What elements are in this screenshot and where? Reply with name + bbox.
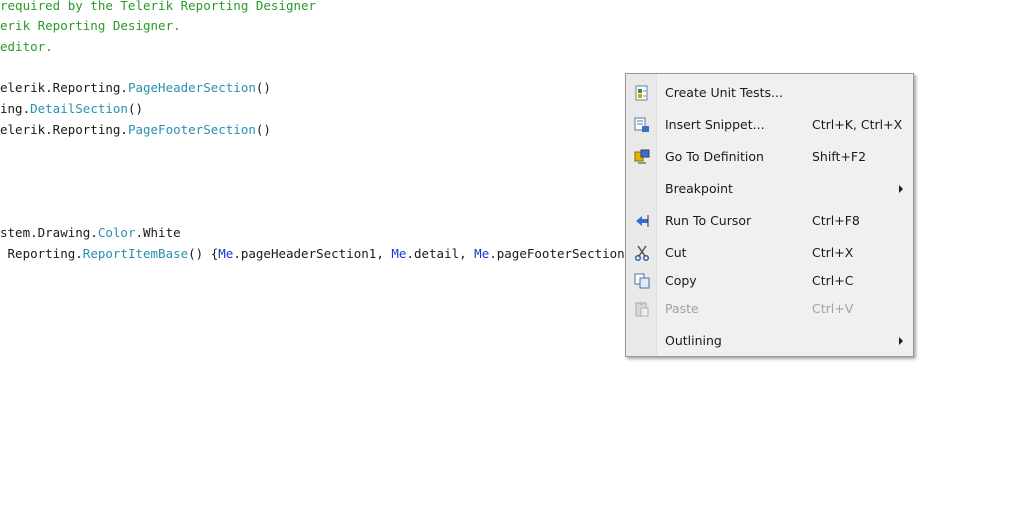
menu-item-shortcut: Ctrl+F8 — [812, 213, 860, 228]
code-token: DetailSection — [30, 101, 128, 116]
code-token: () — [127, 101, 144, 116]
menu-item-copy[interactable]: Copy Ctrl+C — [626, 267, 913, 295]
submenu-arrow-icon — [899, 185, 903, 193]
code-line: ing.DetailSection() — [0, 100, 143, 118]
menu-item-run-to-cursor[interactable]: Run To Cursor Ctrl+F8 — [626, 207, 913, 235]
menu-item-breakpoint[interactable]: Breakpoint — [626, 175, 913, 203]
code-token: Me — [391, 246, 407, 261]
code-token: .pageHeaderSection1, — [233, 246, 392, 261]
code-line: Reporting.ReportItemBase() {Me.pageHeade… — [0, 245, 633, 263]
snippet-icon — [634, 117, 650, 133]
code-token: ing. — [0, 101, 31, 116]
code-token: Me — [218, 246, 234, 261]
menu-item-label: Copy — [665, 273, 697, 288]
code-line: elerik.Reporting.PageHeaderSection() — [0, 79, 271, 97]
unit-tests-icon — [634, 85, 650, 101]
code-line: erik Reporting Designer. — [0, 17, 181, 35]
menu-item-shortcut: Ctrl+K, Ctrl+X — [812, 117, 903, 132]
code-token: Color — [97, 225, 136, 240]
menu-item-label: Outlining — [665, 333, 722, 348]
code-token: .detail, — [406, 246, 475, 261]
code-token: .White — [135, 225, 181, 240]
code-token: () { — [188, 246, 219, 261]
code-token: () — [255, 80, 271, 95]
copy-icon — [634, 273, 650, 289]
menu-item-label: Run To Cursor — [665, 213, 752, 228]
code-token: .pageFooterSection1 — [489, 246, 633, 261]
run-to-cursor-icon — [634, 213, 650, 229]
menu-item-label: Paste — [665, 301, 699, 316]
menu-item-shortcut: Ctrl+V — [812, 301, 854, 316]
code-token: elerik.Reporting. — [0, 122, 128, 137]
menu-item-label: Cut — [665, 245, 687, 260]
code-token: PageHeaderSection — [127, 80, 256, 95]
scissors-icon — [634, 245, 650, 261]
code-token: Reporting. — [0, 246, 83, 261]
code-line: required by the Telerik Reporting Design… — [0, 0, 316, 15]
code-token: required by the Telerik Reporting Design… — [0, 0, 317, 13]
menu-item-label: Breakpoint — [665, 181, 733, 196]
menu-item-paste: Paste Ctrl+V — [626, 295, 913, 323]
code-token: stem.Drawing. — [0, 225, 98, 240]
menu-item-go-to-definition[interactable]: Go To Definition Shift+F2 — [626, 143, 913, 171]
code-line: editor. — [0, 38, 53, 56]
go-to-definition-icon — [634, 149, 650, 165]
menu-item-outlining[interactable]: Outlining — [626, 327, 913, 355]
code-token: PageFooterSection — [127, 122, 256, 137]
code-token: () — [255, 122, 271, 137]
code-token: Me — [474, 246, 490, 261]
menu-item-label: Go To Definition — [665, 149, 764, 164]
code-line: stem.Drawing.Color.White — [0, 224, 181, 242]
menu-item-create-unit-tests[interactable]: Create Unit Tests... — [626, 79, 913, 107]
menu-item-shortcut: Shift+F2 — [812, 149, 867, 164]
menu-item-insert-snippet[interactable]: Insert Snippet... Ctrl+K, Ctrl+X — [626, 111, 913, 139]
code-token: erik Reporting Designer. — [0, 18, 181, 33]
code-token: ReportItemBase — [82, 246, 189, 261]
menu-item-label: Create Unit Tests... — [665, 85, 783, 100]
menu-item-label: Insert Snippet... — [665, 117, 765, 132]
submenu-arrow-icon — [899, 337, 903, 345]
menu-item-shortcut: Ctrl+C — [812, 273, 854, 288]
code-line: elerik.Reporting.PageFooterSection() — [0, 121, 271, 139]
code-token: editor. — [0, 39, 53, 54]
paste-icon — [634, 301, 650, 317]
code-token: elerik.Reporting. — [0, 80, 128, 95]
menu-item-shortcut: Ctrl+X — [812, 245, 854, 260]
menu-item-cut[interactable]: Cut Ctrl+X — [626, 239, 913, 267]
context-menu: Create Unit Tests... Insert Snippet... Ctr… — [625, 73, 914, 357]
